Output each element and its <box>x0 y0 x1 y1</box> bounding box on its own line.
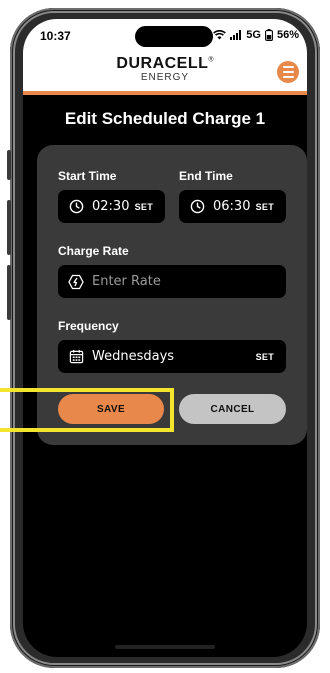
page-title: Edit Scheduled Charge 1 <box>64 109 266 128</box>
signal-icon <box>230 30 242 40</box>
battery-percent: 56% <box>276 29 299 41</box>
end-time-set-button[interactable]: SET <box>256 202 274 212</box>
cancel-button[interactable]: CANCEL <box>179 394 286 424</box>
home-indicator[interactable] <box>115 645 215 649</box>
highlight-annotation <box>0 388 174 432</box>
page: 10:37 5G 56% DURACELL® ENERGY Edit Sched… <box>0 0 330 673</box>
status-icons: 5G 56% <box>213 29 299 41</box>
logo-sub-text: ENERGY <box>140 72 190 83</box>
logo-registered-mark: ® <box>208 56 214 64</box>
duracell-logo: DURACELL® ENERGY <box>23 56 307 83</box>
charge-rate-placeholder: Enter Rate <box>92 274 161 289</box>
phone-screen: 10:37 5G 56% DURACELL® ENERGY Edit Sched… <box>23 19 307 657</box>
frequency-field[interactable]: Wednesdays SET <box>58 340 286 373</box>
lightning-icon <box>68 274 84 290</box>
battery-icon <box>265 29 273 41</box>
end-time-value: 06:30 <box>213 199 251 214</box>
start-time-label: Start Time <box>58 169 117 183</box>
start-time-value: 02:30 <box>92 199 130 214</box>
side-button <box>7 150 11 180</box>
frequency-set-button[interactable]: SET <box>256 352 274 362</box>
status-time: 10:37 <box>40 29 71 43</box>
network-label: 5G <box>246 29 261 41</box>
start-time-set-button[interactable]: SET <box>135 202 153 212</box>
wifi-icon <box>213 30 227 40</box>
clock-icon <box>189 199 205 215</box>
charge-rate-label: Charge Rate <box>58 244 129 258</box>
status-bar: 10:37 5G 56% <box>23 19 307 53</box>
clock-icon <box>68 199 84 215</box>
frequency-value: Wednesdays <box>92 349 175 364</box>
hamburger-icon[interactable] <box>277 61 299 83</box>
dynamic-island <box>135 26 213 47</box>
frequency-label: Frequency <box>58 319 119 333</box>
calendar-icon <box>68 349 84 365</box>
logo-main-text: DURACELL <box>116 55 209 72</box>
charge-rate-input[interactable]: Enter Rate <box>58 265 286 298</box>
app-header: DURACELL® ENERGY <box>23 53 307 95</box>
side-button <box>7 265 11 320</box>
end-time-label: End Time <box>179 169 233 183</box>
start-time-field[interactable]: 02:30 SET <box>58 190 165 223</box>
side-button <box>7 200 11 255</box>
end-time-field[interactable]: 06:30 SET <box>179 190 286 223</box>
